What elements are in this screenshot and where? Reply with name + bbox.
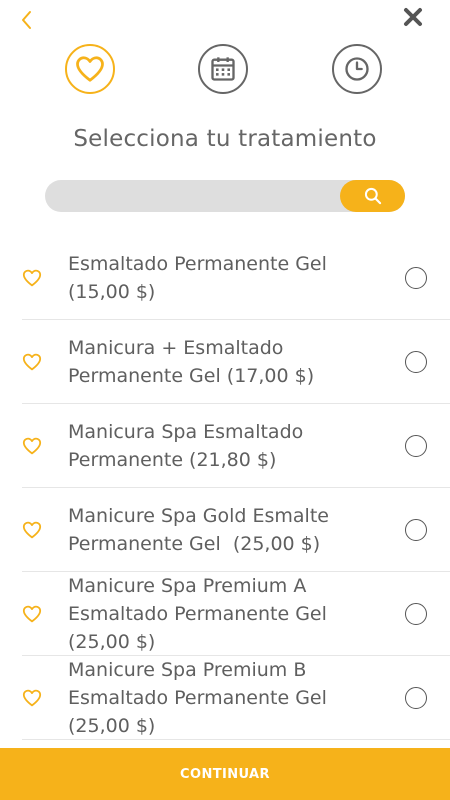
treatment-label: Manicure Spa Gold Esmalte Permanente Gel… — [68, 504, 329, 555]
treatment-label: Manicure Spa Premium B Esmaltado Permane… — [68, 658, 327, 737]
radio-button[interactable] — [405, 686, 427, 709]
treatment-list: Esmaltado Permanente Gel (15,00 $) Manic… — [22, 236, 450, 740]
treatment-label: Manicura + Esmaltado Permanente Gel (17,… — [68, 336, 315, 387]
page-title: Selecciona tu tratamiento — [73, 126, 377, 152]
heart-icon[interactable] — [22, 437, 42, 455]
back-button[interactable] — [18, 8, 38, 32]
heart-icon[interactable] — [22, 269, 42, 287]
close-icon — [404, 8, 422, 26]
treatment-label: Manicura Spa Esmaltado Permanente (21,80… — [68, 420, 304, 471]
continue-button[interactable]: CONTINUAR — [0, 748, 450, 800]
step-date[interactable] — [198, 44, 248, 94]
search-bar — [45, 180, 405, 212]
heart-icon[interactable] — [22, 353, 42, 371]
radio-button[interactable] — [405, 602, 427, 625]
list-item[interactable]: Manicure Spa Premium A Esmaltado Permane… — [22, 572, 450, 656]
calendar-icon — [211, 57, 235, 81]
treatment-label: Esmaltado Permanente Gel (15,00 $) — [68, 252, 327, 303]
heart-icon — [76, 56, 104, 82]
list-item[interactable]: Manicure Spa Premium B Esmaltado Permane… — [22, 656, 450, 740]
list-item[interactable]: Manicure Spa Gold Esmalte Permanente Gel… — [22, 488, 450, 572]
close-button[interactable] — [402, 6, 424, 28]
list-item[interactable]: Esmaltado Permanente Gel (15,00 $) — [22, 236, 450, 320]
top-bar — [0, 0, 450, 40]
radio-button[interactable] — [405, 350, 427, 373]
step-treatment[interactable] — [65, 44, 115, 94]
list-item[interactable]: Manicura Spa Esmaltado Permanente (21,80… — [22, 404, 450, 488]
clock-icon — [345, 57, 369, 81]
heart-icon[interactable] — [22, 605, 42, 623]
radio-button[interactable] — [405, 518, 427, 541]
search-button[interactable] — [340, 180, 405, 212]
heart-icon[interactable] — [22, 689, 42, 707]
search-icon — [364, 187, 381, 205]
treatment-label: Manicure Spa Premium A Esmaltado Permane… — [68, 574, 327, 653]
chevron-left-icon — [22, 11, 31, 29]
list-item[interactable]: Manicura + Esmaltado Permanente Gel (17,… — [22, 320, 450, 404]
step-time[interactable] — [332, 44, 382, 94]
heart-icon[interactable] — [22, 521, 42, 539]
step-indicator — [0, 44, 450, 100]
radio-button[interactable] — [405, 266, 427, 289]
radio-button[interactable] — [405, 434, 427, 457]
